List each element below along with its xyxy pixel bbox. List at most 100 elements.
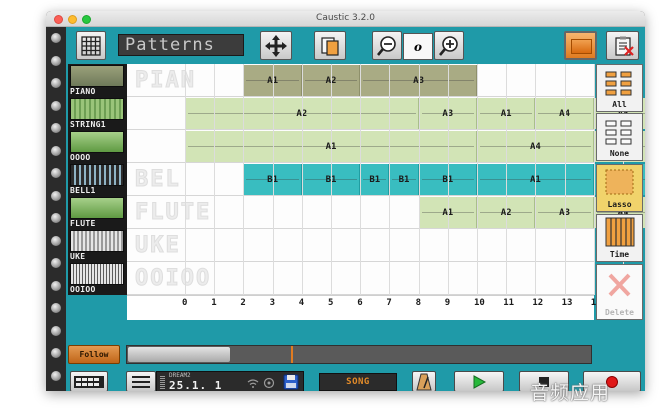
instrument-thumbnail[interactable] xyxy=(70,98,124,120)
sequencer-panel: Patterns o PIANO STRING1 OOOO BELL1 FLUT… xyxy=(66,27,645,391)
track-list: PIANO STRING1 OOOO BELL1 FLUTE UKE OOIOO xyxy=(68,64,127,295)
track-string1[interactable]: STRING1 xyxy=(68,97,127,130)
menu-button[interactable] xyxy=(126,371,156,391)
play-button[interactable] xyxy=(454,371,504,391)
track-bell1[interactable]: BELL1 xyxy=(68,163,127,196)
move-arrows-icon xyxy=(265,34,287,57)
binding-ring xyxy=(51,123,61,133)
copy-pattern-button[interactable] xyxy=(314,31,346,60)
time-bars-icon xyxy=(605,217,635,247)
instrument-thumbnail[interactable] xyxy=(70,164,124,186)
pattern-label: B1 xyxy=(369,174,381,185)
bar-number: 4 xyxy=(298,298,305,308)
track-ghost-label: OOIOO xyxy=(134,266,212,292)
grid-line xyxy=(593,64,595,295)
delete-x-icon xyxy=(608,273,631,297)
binding-ring xyxy=(51,213,61,223)
bar-number: 1 xyxy=(211,298,217,308)
zoom-out-button[interactable] xyxy=(372,31,402,60)
binding-ring xyxy=(51,280,61,291)
grid-line xyxy=(214,64,216,295)
track-ghost-label: FLUTE xyxy=(134,200,212,226)
metronome-button[interactable] xyxy=(412,371,436,391)
playhead[interactable] xyxy=(291,346,293,363)
level-meter-icon xyxy=(160,376,165,389)
instrument-thumbnail[interactable] xyxy=(70,263,124,285)
grid-line xyxy=(477,64,478,295)
grid-line xyxy=(331,64,332,295)
binding-ring xyxy=(51,258,61,268)
select-none-icon xyxy=(605,120,632,145)
grid-line xyxy=(418,64,420,295)
track-name: BELL1 xyxy=(70,186,96,195)
time-select-button[interactable]: Time xyxy=(596,214,643,262)
lasso-icon xyxy=(605,169,634,195)
rack-view-button[interactable] xyxy=(70,371,108,391)
lasso-button[interactable]: Lasso xyxy=(596,164,643,212)
track-ooioo[interactable]: OOIOO xyxy=(68,262,127,295)
orange-panel-button[interactable] xyxy=(564,31,597,60)
song-scrubber[interactable] xyxy=(126,345,592,364)
select-none-button[interactable]: None xyxy=(596,113,643,161)
bar-number: 11 xyxy=(503,298,515,308)
binding-ring xyxy=(51,348,61,358)
zoom-in-button[interactable] xyxy=(434,31,464,60)
grid-line xyxy=(389,64,391,295)
clear-clipboard-button[interactable] xyxy=(606,31,639,60)
binding-ring xyxy=(51,168,61,178)
track-flute[interactable]: FLUTE xyxy=(68,196,127,229)
grid-line xyxy=(360,64,362,295)
binding-ring xyxy=(51,370,61,381)
bar-number: 0 xyxy=(182,298,188,308)
metronome-icon xyxy=(416,373,432,390)
bar-number: 7 xyxy=(386,298,392,308)
bar-number: 8 xyxy=(415,298,422,308)
grid-line xyxy=(506,64,508,295)
binding-ring xyxy=(51,190,61,201)
app-window: Caustic 3.2.0 Patterns o PIANO STRING1 O… xyxy=(46,11,645,391)
grid-view-button[interactable] xyxy=(76,31,106,60)
instrument-thumbnail[interactable] xyxy=(70,230,124,252)
select-all-icon xyxy=(605,71,632,96)
pattern-block[interactable]: B1 xyxy=(390,164,419,195)
instrument-thumbnail[interactable] xyxy=(70,197,124,219)
grid-icon xyxy=(81,35,101,56)
window-title: Caustic 3.2.0 xyxy=(316,13,375,23)
bar-number: 2 xyxy=(240,298,246,308)
track-name: STRING1 xyxy=(70,120,106,129)
mode-display[interactable]: Patterns xyxy=(118,34,244,56)
sync-icon[interactable] xyxy=(263,377,275,389)
time-label: Time xyxy=(609,250,630,259)
copy-pattern-icon xyxy=(321,36,339,56)
track-oooo[interactable]: OOOO xyxy=(68,130,127,163)
select-all-button[interactable]: All xyxy=(596,64,643,112)
bar-number: 5 xyxy=(328,298,334,308)
play-icon xyxy=(473,374,487,389)
track-name: OOOO xyxy=(70,153,91,162)
play-mode-display[interactable]: SONG xyxy=(319,373,397,391)
track-uke[interactable]: UKE xyxy=(68,229,127,262)
binding-ring xyxy=(51,100,61,111)
binding-ring xyxy=(51,235,61,246)
move-tool-button[interactable] xyxy=(260,31,292,60)
song-grid[interactable]: 0123456789101112131415 PIANA1A2A3A2A3A1A… xyxy=(127,64,645,320)
grid-line xyxy=(535,64,537,295)
delete-button[interactable]: Delete xyxy=(596,264,643,320)
track-name: FLUTE xyxy=(70,219,96,228)
bar-ruler[interactable]: 0123456789101112131415 xyxy=(127,295,631,320)
track-piano[interactable]: PIANO xyxy=(68,64,127,97)
bar-number: 6 xyxy=(357,298,363,308)
select-all-label: All xyxy=(612,100,627,109)
save-icon[interactable] xyxy=(283,374,299,390)
grid-line xyxy=(185,64,186,295)
title-bar: Caustic 3.2.0 xyxy=(46,11,645,27)
pattern-block[interactable]: B1 xyxy=(361,164,390,195)
track-ghost-label: PIAN xyxy=(135,68,196,94)
follow-button[interactable]: Follow xyxy=(68,345,120,364)
zoom-in-icon xyxy=(439,35,458,56)
scrubber-range[interactable] xyxy=(128,347,230,362)
instrument-thumbnail[interactable] xyxy=(70,65,124,87)
grid-line xyxy=(447,64,449,295)
bar-number: 10 xyxy=(474,298,485,308)
instrument-thumbnail[interactable] xyxy=(70,131,124,153)
